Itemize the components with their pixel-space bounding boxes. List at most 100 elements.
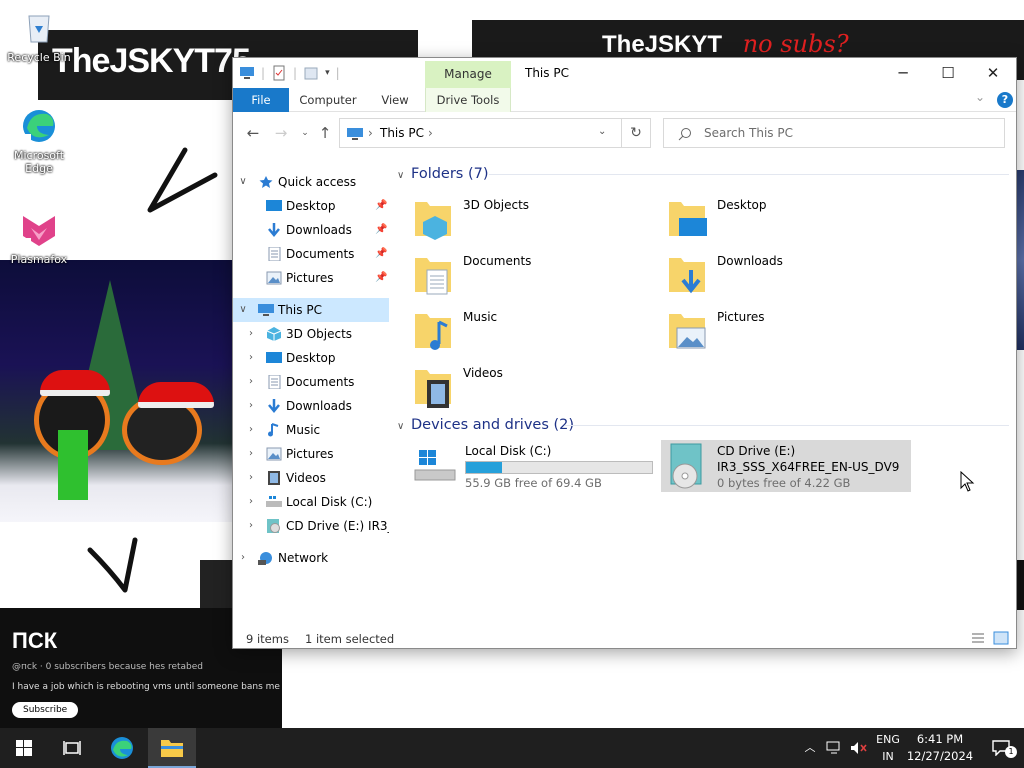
- edge-label: Microsoft Edge: [13, 149, 65, 175]
- expand-chevron-icon[interactable]: ›: [245, 370, 257, 394]
- back-button[interactable]: ←: [243, 124, 263, 142]
- volume-muted-icon[interactable]: [850, 741, 868, 755]
- recent-locations-icon[interactable]: ⌄: [295, 124, 315, 142]
- drive-tile-local-disk-c[interactable]: Local Disk (C:) 55.9 GB free of 69.4 GB: [409, 440, 659, 492]
- ribbon-expand-icon[interactable]: ⌄: [975, 90, 985, 104]
- plasmafox-label: Plasmafox: [10, 253, 68, 266]
- task-view-button[interactable]: [48, 728, 96, 768]
- drive-name: Local Disk (C:): [465, 444, 552, 458]
- new-folder-icon[interactable]: [303, 65, 319, 81]
- nav-label: Network: [278, 551, 329, 565]
- start-button[interactable]: [0, 728, 48, 768]
- nav-item-documents[interactable]: › Documents: [233, 370, 389, 394]
- documents-icon: [268, 375, 281, 389]
- nav-label: Videos: [286, 471, 326, 485]
- minimize-button[interactable]: ─: [880, 58, 926, 88]
- address-bar[interactable]: › This PC › ⌄: [339, 118, 651, 148]
- nav-item-3d-objects[interactable]: › 3D Objects: [233, 322, 389, 346]
- maximize-button[interactable]: ☐: [925, 58, 971, 88]
- expand-chevron-icon[interactable]: ›: [245, 442, 257, 466]
- folder-tile-music[interactable]: Music: [393, 306, 643, 358]
- large-icons-view-icon[interactable]: [993, 631, 1009, 645]
- group-header-drives[interactable]: ∨ Devices and drives (2): [397, 415, 1009, 435]
- expand-chevron-icon[interactable]: ›: [245, 394, 257, 418]
- network-icon[interactable]: [826, 741, 842, 755]
- mouse-cursor-icon: [960, 471, 975, 492]
- taskbar-edge-button[interactable]: [98, 728, 146, 768]
- nav-label: Documents: [286, 375, 355, 389]
- show-hidden-icons-button[interactable]: ︿: [800, 728, 820, 768]
- expand-chevron-icon[interactable]: ›: [245, 466, 257, 490]
- folder-tile-documents[interactable]: Documents: [393, 250, 643, 302]
- nav-item-documents-pinned[interactable]: Documents 📌: [233, 242, 389, 266]
- desktop-icon-recycle-bin[interactable]: Recycle Bin: [4, 6, 74, 64]
- tab-computer[interactable]: Computer: [295, 88, 361, 112]
- computer-icon[interactable]: [239, 65, 255, 81]
- nav-item-downloads[interactable]: › Downloads: [233, 394, 389, 418]
- nav-item-quick-access[interactable]: ∨ Quick access: [233, 170, 389, 194]
- nav-item-pictures-pinned[interactable]: Pictures 📌: [233, 266, 389, 290]
- wallpaper-right-strip: [1016, 170, 1024, 350]
- cd-drive-icon: [267, 519, 280, 533]
- recycle-bin-label: Recycle Bin: [7, 51, 71, 64]
- expand-chevron-icon[interactable]: ›: [245, 514, 257, 538]
- folder-tile-pictures[interactable]: Pictures: [647, 306, 897, 358]
- tab-view[interactable]: View: [371, 88, 419, 112]
- nav-item-videos[interactable]: › Videos: [233, 466, 389, 490]
- folder-tile-downloads[interactable]: Downloads: [647, 250, 897, 302]
- taskbar-file-explorer-button[interactable]: [148, 728, 196, 768]
- network-icon: [258, 552, 272, 565]
- collapse-chevron-icon[interactable]: ∨: [237, 170, 249, 194]
- address-dropdown-icon[interactable]: ⌄: [598, 126, 606, 137]
- nav-item-downloads-pinned[interactable]: Downloads 📌: [233, 218, 389, 242]
- nav-item-cd-drive[interactable]: › CD Drive (E:) IR3_SS: [233, 514, 389, 538]
- properties-icon[interactable]: [271, 65, 287, 81]
- expand-chevron-icon[interactable]: ›: [237, 546, 249, 570]
- expand-chevron-icon[interactable]: ›: [245, 346, 257, 370]
- desktop-icon: [266, 352, 282, 363]
- qat-dropdown-icon[interactable]: ▾: [325, 68, 330, 78]
- collapse-chevron-icon: ∨: [397, 421, 405, 432]
- search-box[interactable]: Search This PC: [663, 118, 1005, 148]
- folder-tile-3d-objects[interactable]: 3D Objects: [393, 194, 643, 246]
- desktop-icon-plasmafox[interactable]: Plasmafox: [4, 208, 74, 266]
- task-view-icon: [63, 741, 81, 755]
- nav-item-pictures[interactable]: › Pictures: [233, 442, 389, 466]
- santa-hat-left: [40, 370, 110, 396]
- nav-item-this-pc[interactable]: ∨ This PC: [233, 298, 389, 322]
- taskbar-clock[interactable]: 6:41 PM 12/27/2024: [900, 731, 980, 765]
- address-row: ← → ⌄ ↑ › This PC › ⌄ ↻ Search This PC: [233, 116, 1016, 150]
- nav-item-desktop-pinned[interactable]: Desktop 📌: [233, 194, 389, 218]
- folder-tile-videos[interactable]: Videos: [393, 362, 643, 414]
- forward-button[interactable]: →: [271, 124, 291, 142]
- pin-icon: 📌: [375, 224, 388, 235]
- up-button[interactable]: ↑: [315, 124, 335, 142]
- collapse-chevron-icon[interactable]: ∨: [237, 298, 249, 322]
- drive-tile-cd-drive-e[interactable]: CD Drive (E:) IR3_SSS_X64FREE_EN-US_DV9 …: [661, 440, 911, 492]
- manage-tab[interactable]: Manage: [425, 61, 511, 88]
- group-header-folders[interactable]: ∨ Folders (7): [397, 164, 1009, 184]
- help-icon[interactable]: ?: [997, 92, 1013, 108]
- nav-item-network[interactable]: › Network: [233, 546, 389, 570]
- nav-item-desktop[interactable]: › Desktop: [233, 346, 389, 370]
- nav-label: Pictures: [286, 447, 334, 461]
- tab-file[interactable]: File: [233, 88, 289, 112]
- documents-folder-icon: [415, 258, 451, 295]
- folder-label: Pictures: [717, 310, 765, 324]
- address-crumb-this-pc[interactable]: This PC: [380, 126, 424, 140]
- quick-access-toolbar: | | ▾ |: [239, 65, 340, 81]
- nav-label: Downloads: [286, 223, 352, 237]
- notification-center-button[interactable]: 1: [980, 728, 1024, 768]
- details-view-icon[interactable]: [971, 632, 985, 644]
- expand-chevron-icon[interactable]: ›: [245, 490, 257, 514]
- folder-tile-desktop[interactable]: Desktop: [647, 194, 897, 246]
- nav-item-local-disk-c[interactable]: › Local Disk (C:): [233, 490, 389, 514]
- tab-drive-tools[interactable]: Drive Tools: [425, 88, 511, 112]
- desktop-icon-edge[interactable]: Microsoft Edge: [4, 104, 74, 175]
- refresh-button[interactable]: ↻: [621, 118, 651, 148]
- nav-item-music[interactable]: › Music: [233, 418, 389, 442]
- close-button[interactable]: ✕: [970, 58, 1016, 88]
- documents-icon: [268, 247, 281, 261]
- expand-chevron-icon[interactable]: ›: [245, 418, 257, 442]
- expand-chevron-icon[interactable]: ›: [245, 322, 257, 346]
